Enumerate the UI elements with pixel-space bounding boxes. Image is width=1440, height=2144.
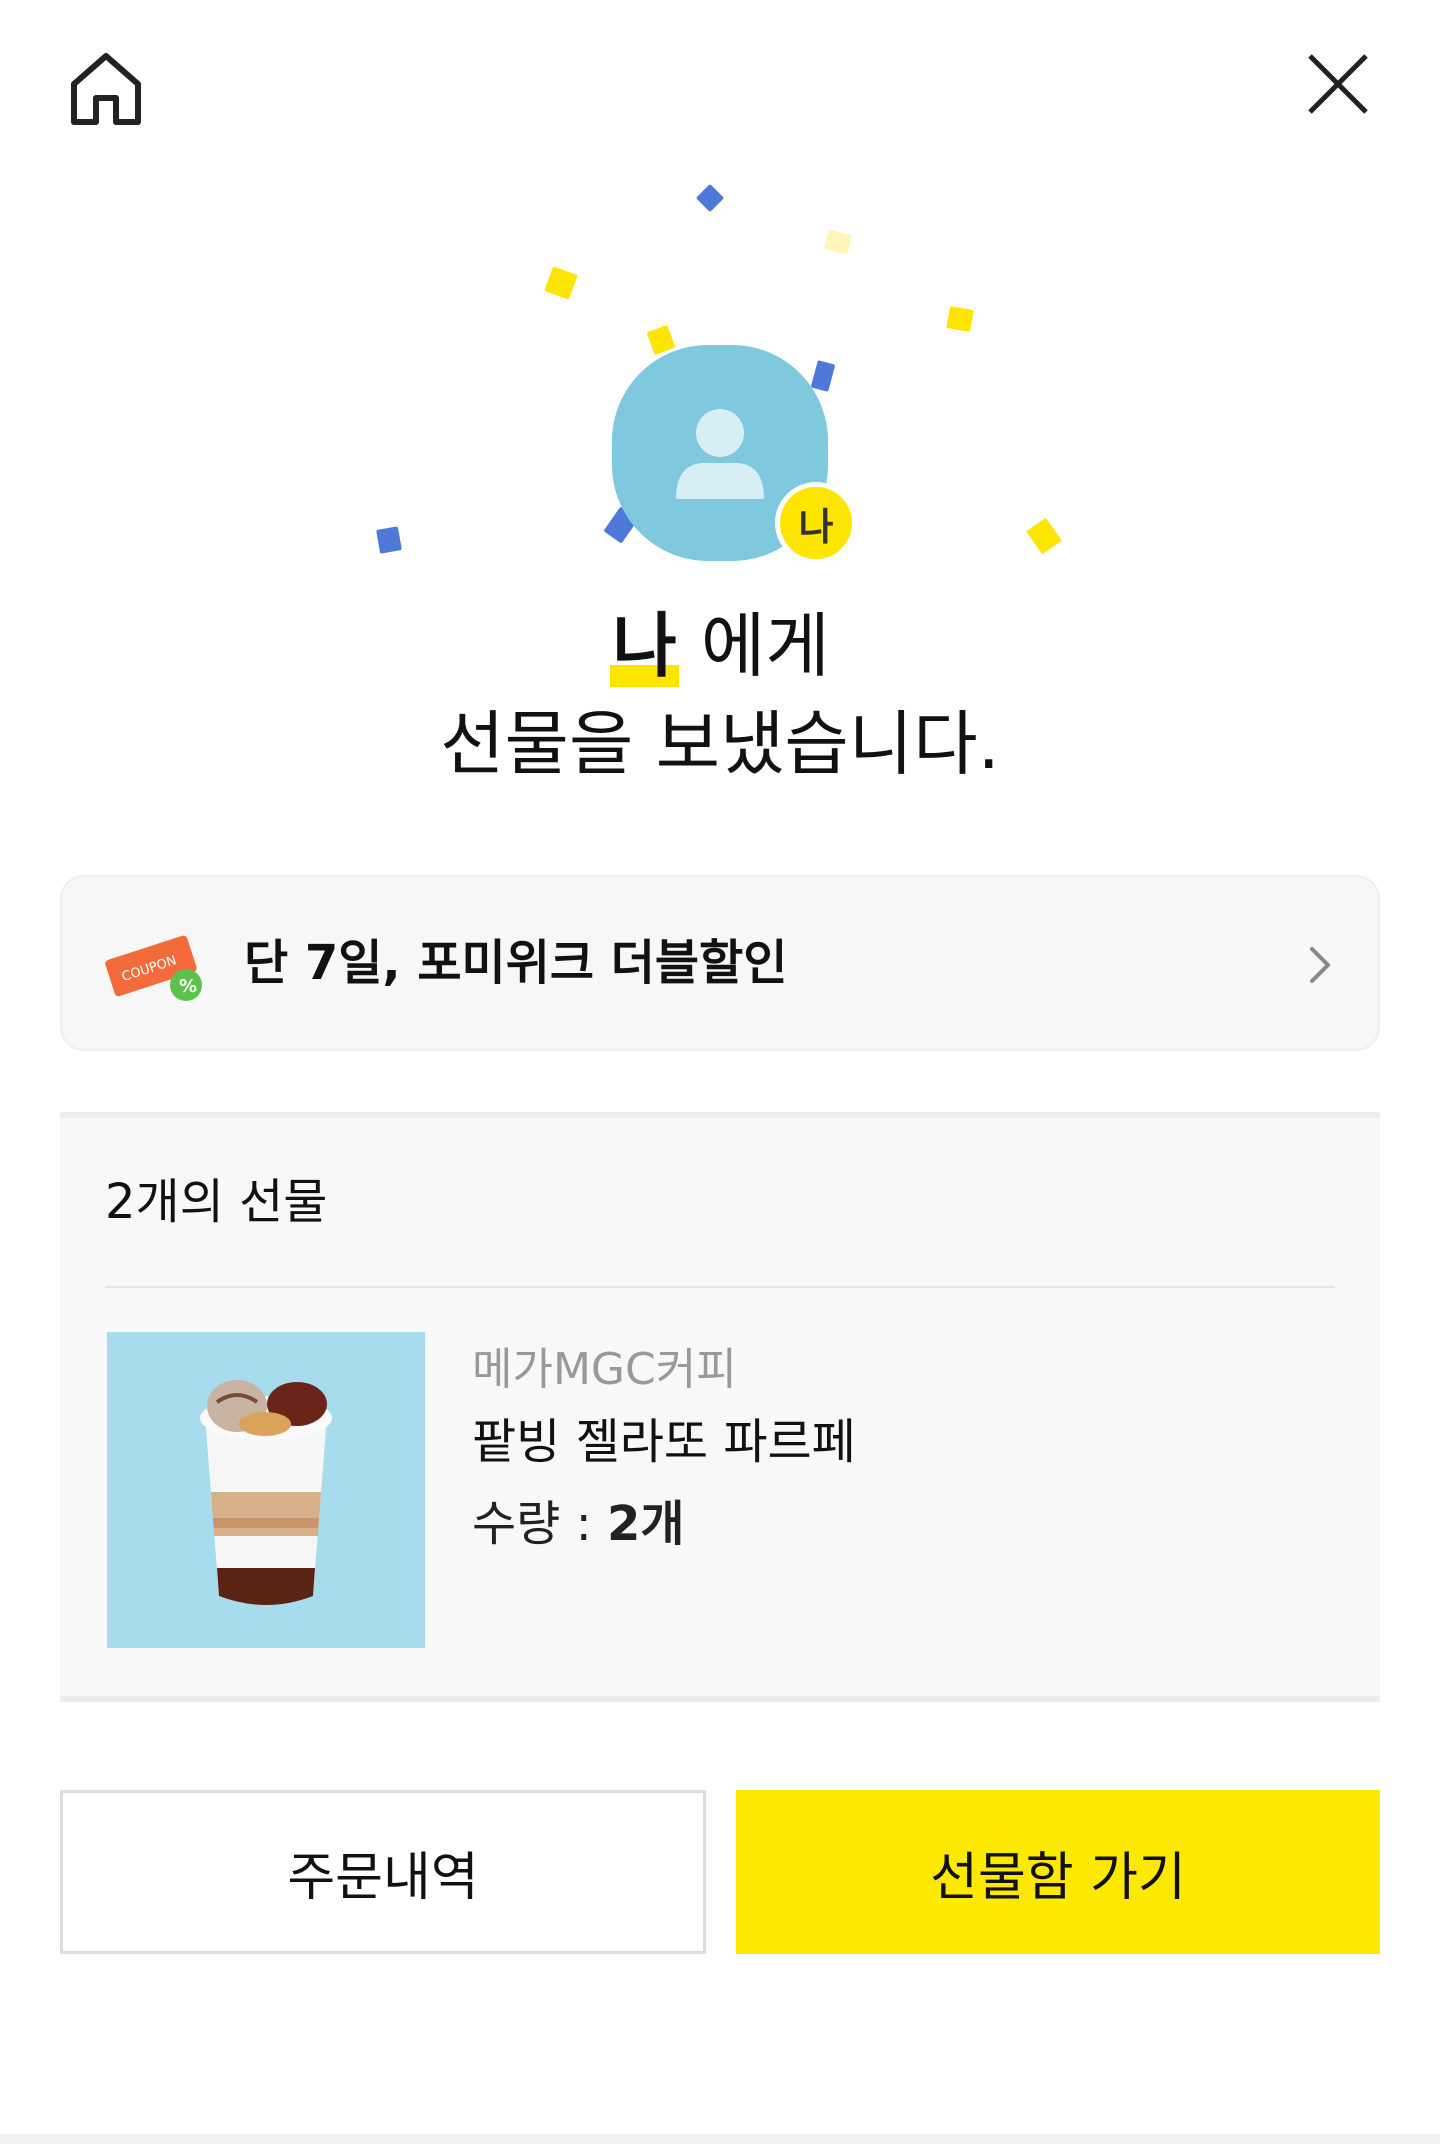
go-to-giftbox-button[interactable]: 선물함 가기 bbox=[736, 1790, 1380, 1954]
svg-text:%: % bbox=[179, 976, 197, 997]
gift-count: 2개의 선물 bbox=[105, 1174, 328, 1230]
confetti-piece bbox=[695, 183, 725, 213]
home-icon bbox=[71, 53, 141, 125]
product-brand: 메가MGC커피 bbox=[472, 1344, 737, 1395]
confetti-piece bbox=[544, 266, 578, 300]
confetti-piece bbox=[946, 306, 974, 332]
divider bbox=[105, 1286, 1335, 1288]
avatar-badge: 나 bbox=[775, 482, 857, 564]
close-button[interactable] bbox=[1290, 36, 1386, 132]
product-name: 팥빙 젤라또 파르페 bbox=[472, 1414, 856, 1470]
chevron-right-icon bbox=[1302, 937, 1338, 993]
gift-section: 2개의 선물 메가MGC커피 팥빙 젤라또 파르페 수량 : 2개 bbox=[60, 1112, 1380, 1702]
confetti-piece bbox=[823, 229, 853, 255]
headline-sub: 선물을 보냈습니다. bbox=[440, 703, 1000, 785]
home-button[interactable] bbox=[58, 40, 154, 136]
product-image bbox=[107, 1332, 425, 1648]
headline-suffix: 에게 bbox=[678, 605, 830, 687]
promo-text: 단 7일, 포미위크 더블할인 bbox=[244, 935, 788, 991]
product-quantity: 수량 : 2개 bbox=[472, 1492, 685, 1556]
order-history-button[interactable]: 주문내역 bbox=[60, 1790, 706, 1954]
quantity-value: 2개 bbox=[607, 1496, 685, 1552]
confetti-piece bbox=[1026, 517, 1062, 555]
quantity-label: 수량 : bbox=[472, 1496, 608, 1552]
confetti-piece bbox=[376, 526, 402, 554]
bottom-divider bbox=[0, 2134, 1440, 2144]
close-icon bbox=[1308, 54, 1368, 114]
headline: 나 에게 bbox=[0, 598, 1440, 694]
coupon-icon: COUPON % bbox=[102, 917, 212, 1013]
recipient-name: 나 bbox=[610, 605, 679, 687]
promo-banner[interactable]: COUPON % 단 7일, 포미위크 더블할인 bbox=[60, 875, 1380, 1051]
